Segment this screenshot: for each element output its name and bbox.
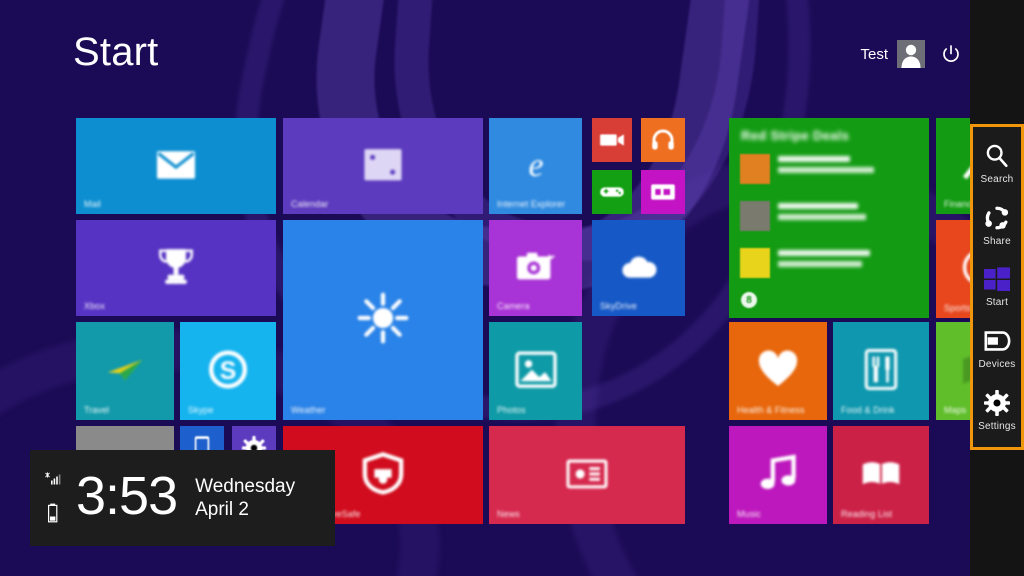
charm-label: Search bbox=[980, 174, 1014, 186]
svg-text:S: S bbox=[220, 358, 237, 385]
news-icon bbox=[566, 459, 608, 489]
tile-music[interactable]: Music bbox=[729, 426, 827, 524]
tile-label: Photos bbox=[497, 405, 526, 415]
tile-video[interactable]: Video bbox=[592, 118, 632, 162]
gamepad-icon bbox=[600, 185, 624, 199]
live-tile-item bbox=[740, 201, 866, 231]
tile-xbox[interactable]: Xbox bbox=[76, 220, 276, 316]
live-tile-thumbnail bbox=[740, 154, 770, 184]
tile-games[interactable]: Games bbox=[592, 170, 632, 214]
tile-camera[interactable]: Camera bbox=[489, 220, 582, 316]
tile-label: Weather bbox=[291, 405, 326, 415]
tile-label: Sports bbox=[944, 303, 971, 313]
tile-food-drink[interactable]: Food & Drink bbox=[833, 322, 929, 420]
tile-travel[interactable]: Travel bbox=[76, 322, 174, 420]
tile-internet-explorer[interactable]: e Internet Explorer bbox=[489, 118, 582, 214]
tile-label: SkyDrive bbox=[600, 301, 637, 311]
charms-bar[interactable]: Search Share Start Devices Settings bbox=[970, 124, 1024, 450]
share-icon bbox=[983, 204, 1011, 232]
tile-label: Health & Fitness bbox=[737, 405, 805, 415]
tile-label: Xbox bbox=[84, 301, 105, 311]
live-tile-badge: 8 bbox=[741, 292, 757, 308]
svg-text:e: e bbox=[528, 147, 543, 184]
charm-label: Devices bbox=[978, 359, 1016, 371]
tile-label: Reading List bbox=[841, 509, 893, 519]
tile-reading-list[interactable]: Reading List bbox=[833, 426, 929, 524]
sun-icon bbox=[357, 292, 409, 344]
tile-news[interactable]: News bbox=[489, 426, 685, 524]
clock-time: 3:53 bbox=[76, 466, 178, 526]
headphones-icon bbox=[651, 128, 675, 152]
live-tile-title: Red Stripe Deals bbox=[741, 128, 850, 143]
internet-explorer-icon: e bbox=[517, 145, 555, 184]
tile-calendar[interactable]: Calendar bbox=[283, 118, 483, 214]
cloud-icon bbox=[620, 255, 658, 279]
tile-weather[interactable]: Weather bbox=[283, 220, 483, 420]
tile-health-fitness[interactable]: Health & Fitness bbox=[729, 322, 827, 420]
gear-icon bbox=[983, 389, 1011, 417]
tile-mail[interactable]: Mail bbox=[76, 118, 276, 214]
music-note-icon bbox=[759, 454, 797, 492]
live-tile-thumbnail bbox=[740, 201, 770, 231]
charm-label: Share bbox=[983, 235, 1011, 247]
red-stripe-deals-tile[interactable]: Red Stripe Deals 8 bbox=[729, 118, 929, 318]
tile-label: Music bbox=[737, 509, 762, 519]
envelope-icon bbox=[157, 151, 195, 179]
tile-label: News bbox=[497, 509, 520, 519]
live-tile-item bbox=[740, 154, 874, 184]
photo-icon bbox=[514, 351, 557, 388]
heart-icon bbox=[758, 350, 798, 387]
signal-bars-icon bbox=[44, 472, 62, 491]
tile-label: Skype bbox=[188, 405, 214, 415]
live-tile-thumbnail bbox=[740, 248, 770, 278]
search-icon bbox=[983, 142, 1011, 170]
tile-label: Calendar bbox=[291, 199, 329, 209]
paper-plane-icon bbox=[106, 358, 144, 382]
devices-icon bbox=[983, 327, 1011, 355]
charm-settings[interactable]: Settings bbox=[973, 387, 1021, 434]
camera-icon bbox=[516, 252, 555, 282]
charm-search[interactable]: Search bbox=[973, 140, 1021, 187]
charm-label: Settings bbox=[978, 420, 1016, 432]
status-icons bbox=[30, 450, 76, 546]
tile-label: Food & Drink bbox=[841, 405, 895, 415]
cutlery-icon bbox=[864, 348, 898, 390]
clock-month-day: April 2 bbox=[195, 499, 249, 520]
charm-devices[interactable]: Devices bbox=[973, 325, 1021, 372]
tile-label: Internet Explorer bbox=[497, 199, 566, 209]
skype-icon: S bbox=[209, 350, 247, 389]
windows-logo-icon bbox=[983, 265, 1011, 293]
clock-day: Wednesday bbox=[195, 475, 296, 497]
trophy-icon bbox=[157, 247, 195, 285]
video-icon bbox=[600, 133, 624, 148]
charm-label: Start bbox=[985, 297, 1009, 309]
live-tile-item bbox=[740, 248, 870, 278]
charm-share[interactable]: Share bbox=[973, 202, 1021, 249]
tile-skype[interactable]: S Skype bbox=[180, 322, 276, 420]
tile-label: Camera bbox=[497, 301, 530, 311]
calendar-icon bbox=[364, 149, 402, 181]
tile-music[interactable]: Music bbox=[641, 118, 685, 162]
start-screen: Start Test Mail Calendar e Internet Explore… bbox=[0, 0, 1024, 576]
reading-list-icon bbox=[862, 461, 900, 486]
tile-photos[interactable]: Photos bbox=[489, 322, 582, 420]
tile-skydrive[interactable]: SkyDrive bbox=[592, 220, 685, 316]
clock-date: Wednesday April 2 bbox=[195, 475, 295, 521]
charm-start[interactable]: Start bbox=[973, 263, 1021, 310]
clock-overlay: 3:53 Wednesday April 2 bbox=[30, 450, 335, 546]
shield-icon bbox=[362, 452, 404, 495]
tile-store[interactable]: Store bbox=[641, 170, 685, 214]
store-bag-icon bbox=[651, 184, 675, 200]
tile-label: Mail bbox=[84, 199, 101, 209]
battery-icon bbox=[47, 503, 59, 528]
tile-label: Maps bbox=[944, 405, 967, 415]
tile-label: Travel bbox=[84, 405, 110, 415]
